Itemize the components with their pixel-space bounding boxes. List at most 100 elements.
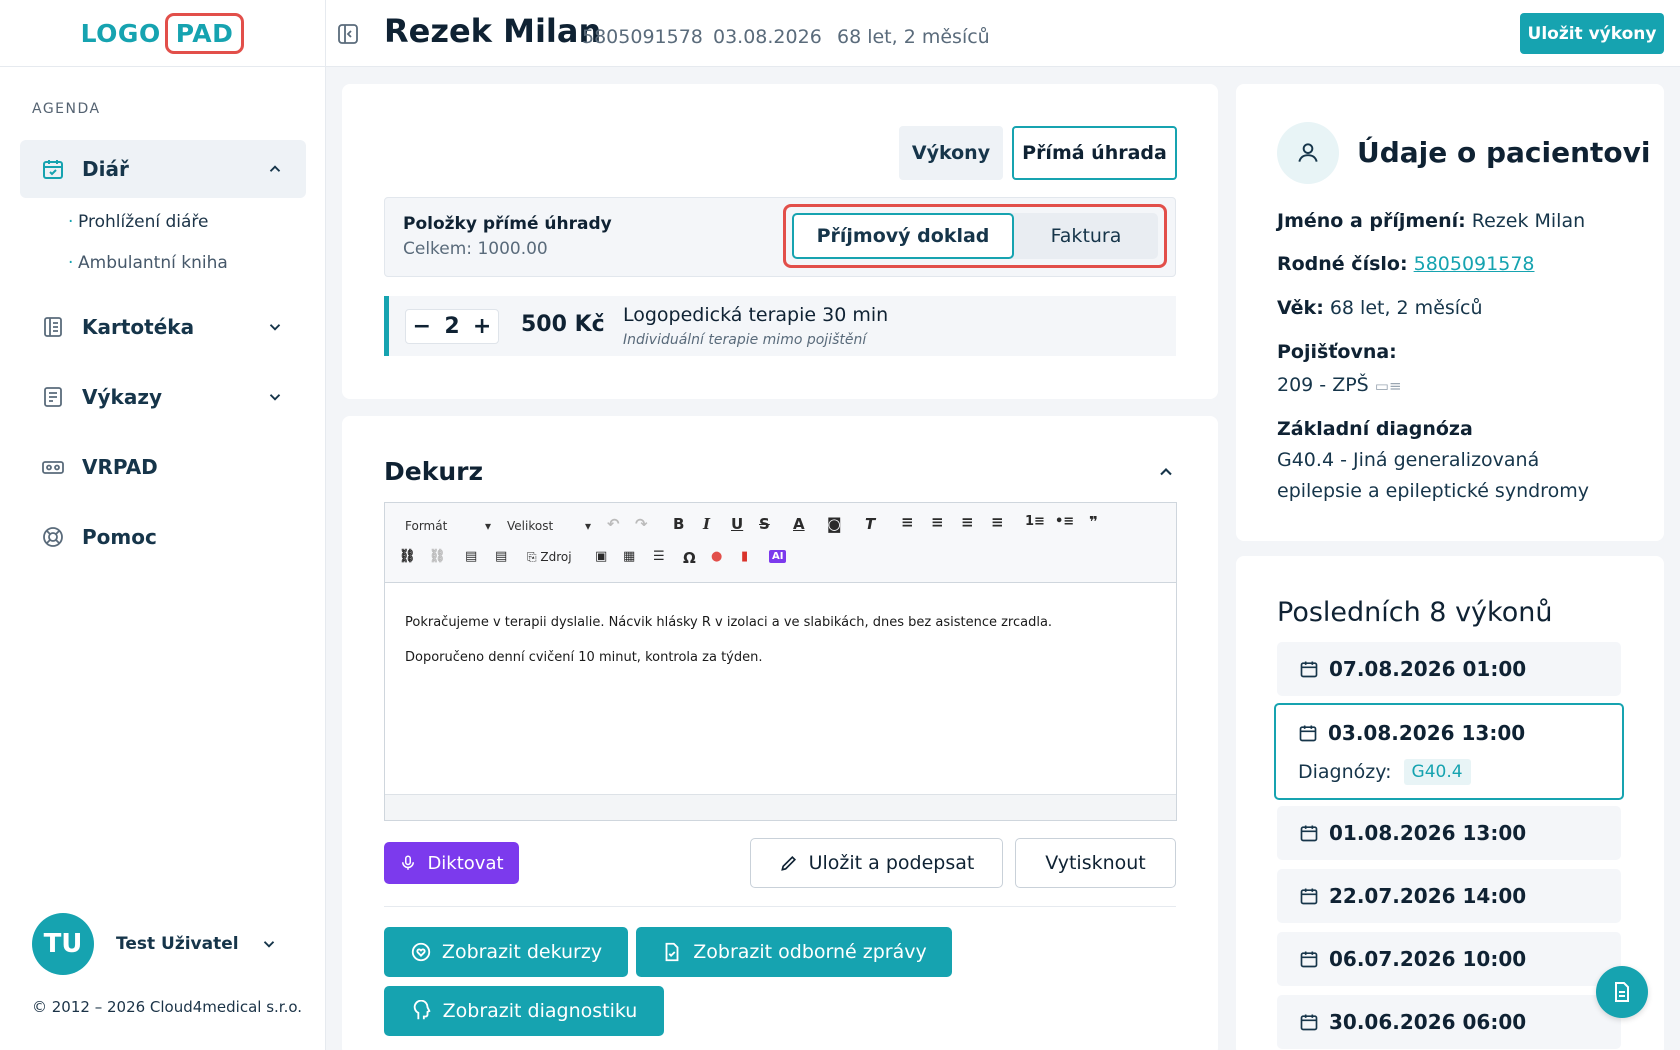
ai-icon[interactable]: AI <box>769 550 787 563</box>
special-char-icon[interactable]: Ω <box>683 549 696 567</box>
quantity-stepper: − 2 + <box>405 309 499 344</box>
align-justify-icon[interactable]: ≡ <box>991 513 1004 531</box>
book-icon <box>40 314 66 340</box>
calendar-icon <box>1299 823 1319 843</box>
align-left-icon[interactable]: ≡ <box>901 513 914 531</box>
sidebar-item-label: Pomoc <box>82 525 157 549</box>
bullet-list-icon[interactable]: •≡ <box>1055 514 1074 529</box>
logo[interactable]: LOGO PAD <box>80 12 245 54</box>
image-icon[interactable]: ▣ <box>595 549 607 564</box>
line-name: Logopedická terapie 30 min <box>623 304 889 326</box>
info-diag-value-1: G40.4 - Jiná generalizovaná <box>1277 449 1540 471</box>
comment-icon[interactable]: ● <box>711 549 722 564</box>
sidebar-item-pomoc[interactable]: Pomoc <box>20 508 306 566</box>
visit-item[interactable]: 01.08.2026 13:00 <box>1277 806 1621 860</box>
align-right-icon[interactable]: ≡ <box>961 513 974 531</box>
rc-link[interactable]: 5805091578 <box>1414 253 1535 275</box>
vr-icon <box>40 454 66 480</box>
bold-icon[interactable]: B <box>673 515 684 533</box>
pencil-icon <box>779 853 799 873</box>
print-button[interactable]: Vytisknout <box>1015 838 1176 888</box>
strikethrough-icon[interactable]: S <box>759 515 770 533</box>
visit-item[interactable]: 30.06.2026 06:00 <box>1277 995 1621 1049</box>
sidebar-item-kartoteka[interactable]: Kartotéka <box>20 298 306 356</box>
chevron-up-icon[interactable] <box>1156 462 1176 482</box>
pdf-icon[interactable]: ▮ <box>741 549 748 564</box>
redo-icon[interactable]: ↷ <box>635 515 648 533</box>
calendar-icon <box>40 156 66 182</box>
paste-icon[interactable]: ▤ <box>465 549 477 564</box>
divider <box>384 906 1176 907</box>
bg-color-icon[interactable]: ◙ <box>827 515 842 533</box>
sidebar-item-label: Kartotéka <box>82 315 195 339</box>
doc-type-faktura[interactable]: Faktura <box>1014 213 1158 259</box>
visit-item[interactable]: 06.07.2026 10:00 <box>1277 932 1621 986</box>
editor-toolbar: Formát ▾ Velikost ▾ ↶ ↷ B I U S A ◙ T ≡ ≡ … <box>385 503 1176 583</box>
sidebar-subitem-ambulantni-kniha[interactable]: Ambulantní kniha <box>68 253 228 273</box>
editor-content[interactable]: Pokračujeme v terapii dyslalie. Nácvik h… <box>385 583 1176 697</box>
doc-type-prijmovy[interactable]: Příjmový doklad <box>792 213 1014 259</box>
decrement-button[interactable]: − <box>413 314 431 339</box>
sidebar-subitem-prohlizeni[interactable]: Prohlížení diáře <box>68 212 209 232</box>
visit-item[interactable]: 07.08.2026 01:00 <box>1277 642 1621 696</box>
size-select[interactable]: Velikost ▾ <box>507 517 591 535</box>
avatar: TU <box>32 913 94 975</box>
rich-text-editor: Formát ▾ Velikost ▾ ↶ ↷ B I U S A ◙ T ≡ ≡ … <box>384 502 1177 821</box>
dictate-label: Diktovat <box>427 852 504 874</box>
unlink-icon[interactable]: ⛓ <box>429 549 446 564</box>
user-name: Test Uživatel <box>116 934 239 954</box>
format-select[interactable]: Formát ▾ <box>405 517 491 535</box>
sidebar: LOGO PAD AGENDA Diář Prohlížení diáře Am… <box>0 0 326 1050</box>
show-diagnostics-label: Zobrazit diagnostiku <box>442 1000 638 1022</box>
calendar-icon <box>1299 949 1319 969</box>
clear-format-icon[interactable]: T <box>865 515 875 533</box>
calendar-icon <box>1299 1012 1319 1032</box>
chevron-down-icon <box>269 394 281 401</box>
visit-item-selected[interactable]: 03.08.2026 13:00 Diagnózy: G40.4 <box>1274 703 1624 800</box>
blockquote-icon[interactable]: ❞ <box>1089 513 1098 531</box>
info-ins-value: 209 - ZPŠ ▭≡ <box>1277 374 1402 396</box>
last-visits-title: Posledních 8 výkonů <box>1277 597 1553 628</box>
show-dekurzy-button[interactable]: Zobrazit dekurzy <box>384 927 628 977</box>
increment-button[interactable]: + <box>473 314 491 339</box>
italic-icon[interactable]: I <box>703 515 710 533</box>
paste-text-icon[interactable]: ▤ <box>495 549 507 564</box>
diagnosis-tag[interactable]: G40.4 <box>1403 759 1471 785</box>
tab-vykony[interactable]: Výkony <box>899 126 1003 180</box>
show-dekurzy-label: Zobrazit dekurzy <box>441 941 603 963</box>
visit-item[interactable]: 22.07.2026 14:00 <box>1277 869 1621 923</box>
info-diag-value-2: epilepsie a epileptické syndromy <box>1277 480 1589 502</box>
underline-icon[interactable]: U <box>731 515 743 533</box>
tab-prima-uhrada[interactable]: Přímá úhrada <box>1012 126 1177 180</box>
text-color-icon[interactable]: A <box>793 515 805 533</box>
dictate-button[interactable]: Diktovat <box>384 842 519 884</box>
editor-resize-bar[interactable] <box>385 794 1176 820</box>
link-icon[interactable]: ⛓ <box>399 549 416 564</box>
sidebar-item-vykazy[interactable]: Výkazy <box>20 368 306 426</box>
logo-text-left: LOGO <box>80 18 161 48</box>
save-vykony-button[interactable]: Uložit výkony <box>1520 13 1664 54</box>
document-fab-button[interactable] <box>1596 966 1648 1018</box>
align-center-icon[interactable]: ≡ <box>931 513 944 531</box>
sidebar-item-diar[interactable]: Diář <box>20 140 306 198</box>
header: Rezek Milan 5805091578 03.08.2026 68 let… <box>326 0 1680 67</box>
patient-info-title: Údaje o pacientovi <box>1357 136 1651 169</box>
document-icon <box>1615 982 1629 1002</box>
undo-icon[interactable]: ↶ <box>607 515 620 533</box>
line-subtitle: Individuální terapie mimo pojištění <box>623 332 867 348</box>
save-sign-button[interactable]: Uložit a podepsat <box>750 838 1003 888</box>
numbered-list-icon[interactable]: 1≡ <box>1025 514 1045 529</box>
sidebar-collapse-icon[interactable] <box>336 22 360 46</box>
user-menu[interactable]: TU Test Uživatel <box>32 913 275 975</box>
horizontal-line-icon[interactable]: ☰ <box>653 549 665 564</box>
table-icon[interactable]: ▦ <box>623 549 635 564</box>
doc-type-toggle: Příjmový doklad Faktura <box>792 213 1158 259</box>
agenda-label: AGENDA <box>32 101 101 117</box>
show-diagnostics-button[interactable]: Zobrazit diagnostiku <box>384 986 664 1036</box>
editor-paragraph: Doporučeno denní cvičení 10 minut, kontr… <box>405 650 763 665</box>
source-button[interactable]: ⎘ Zdroj <box>527 550 572 565</box>
sidebar-item-vrpad[interactable]: VRPAD <box>20 438 306 496</box>
insurance-card-icon: ▭≡ <box>1374 377 1402 395</box>
items-total: Celkem: 1000.00 <box>403 239 548 259</box>
show-reports-button[interactable]: Zobrazit odborné zprávy <box>636 927 952 977</box>
